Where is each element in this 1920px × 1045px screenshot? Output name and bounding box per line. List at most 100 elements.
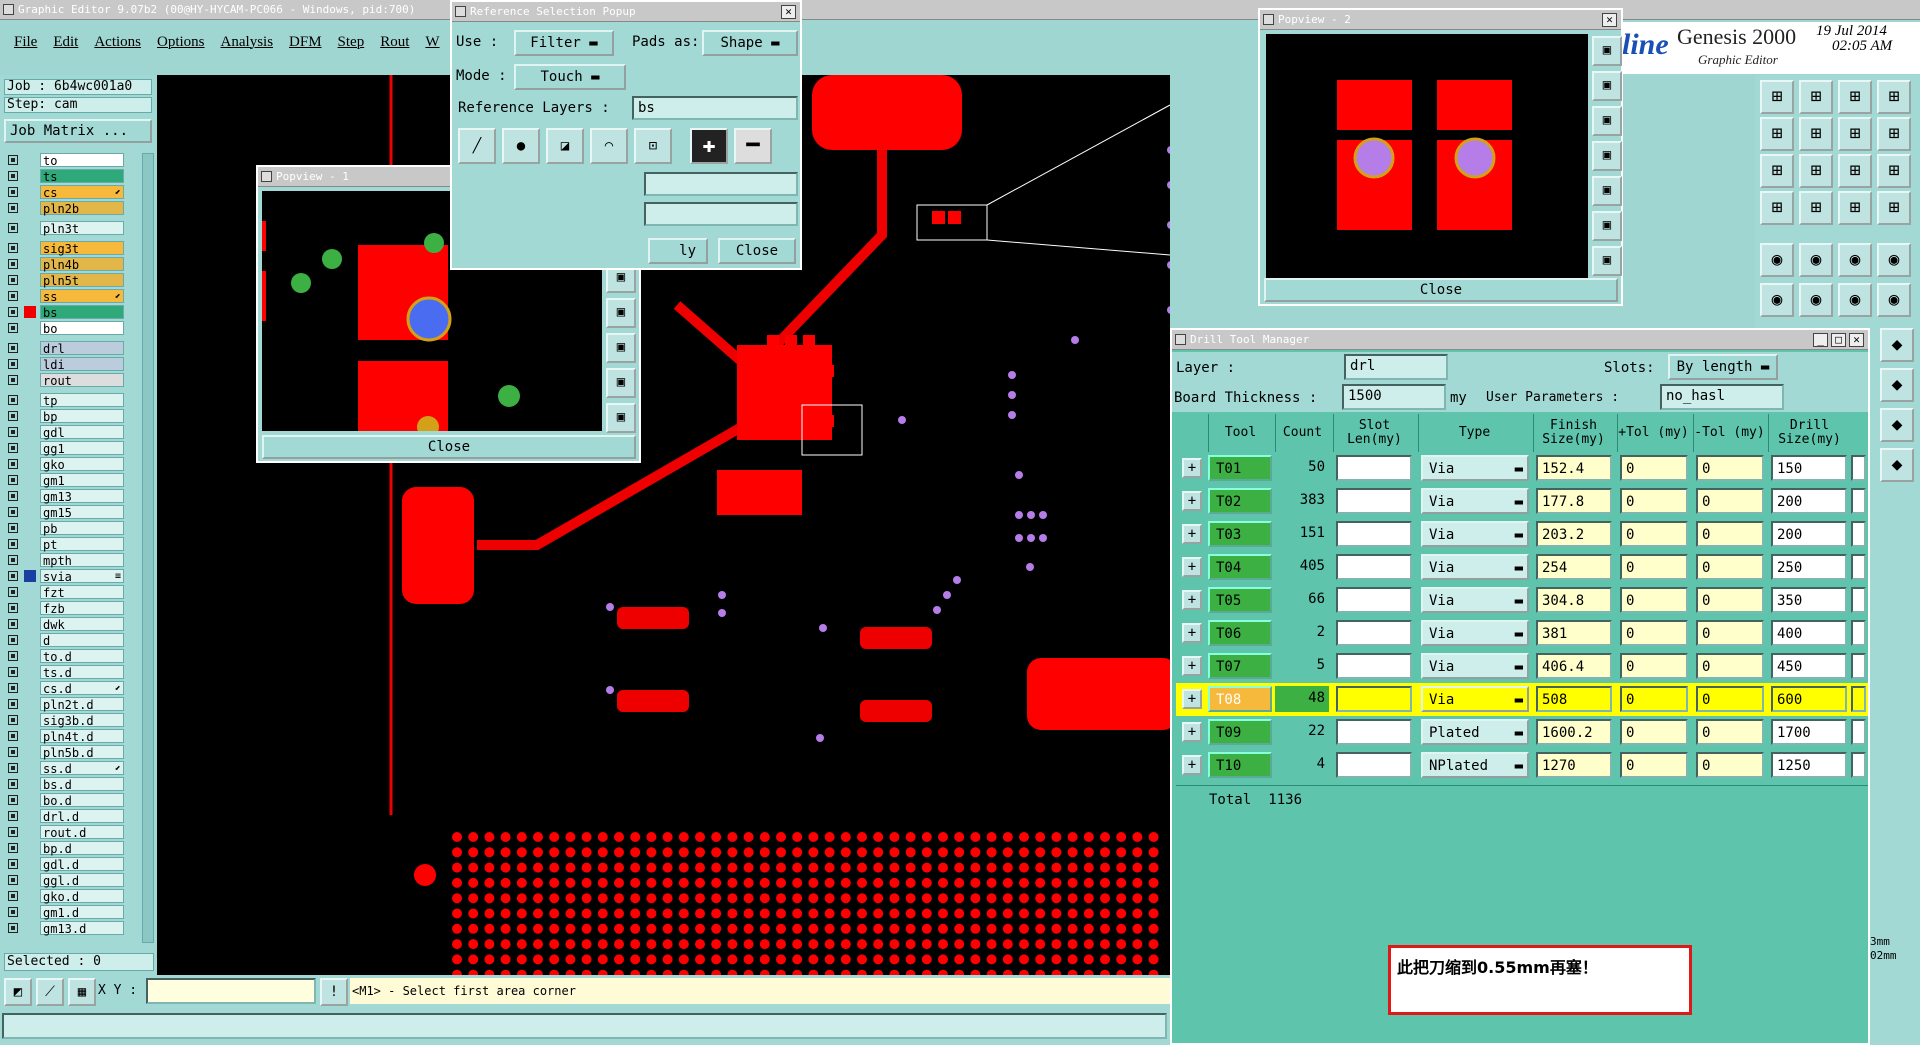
slots-dropdown[interactable]: By length ▬ [1668, 354, 1778, 380]
slot-length-input[interactable] [1336, 653, 1412, 679]
layer-affected-marker[interactable] [24, 306, 36, 318]
drill-size-input[interactable]: 200 [1771, 521, 1847, 547]
drill-size-input[interactable]: 600 [1771, 686, 1847, 712]
plus-tol-input[interactable]: 0 [1620, 521, 1688, 547]
layer-affected-marker[interactable] [24, 570, 36, 582]
drill-row[interactable]: + T10 4 NPlated ▬ 1270 0 0 1250 [1176, 749, 1868, 782]
graph-icon[interactable]: ◉ [1760, 283, 1794, 317]
graph2-icon[interactable]: ◉ [1877, 283, 1911, 317]
layer-affected-marker[interactable] [24, 890, 36, 902]
slot-length-input[interactable] [1336, 521, 1412, 547]
layer-row[interactable]: cs.d ⬋ [8, 681, 126, 696]
layer-row[interactable]: gm1.d [8, 905, 126, 920]
layer-checkbox[interactable] [8, 323, 18, 333]
layer-checkbox[interactable] [8, 359, 18, 369]
type-dropdown[interactable]: Via ▬ [1421, 587, 1529, 613]
extra-column-input[interactable] [1851, 686, 1866, 712]
expand-icon[interactable]: + [1182, 689, 1202, 709]
layer-affected-marker[interactable] [24, 538, 36, 550]
measure-tool-icon[interactable]: ⟋ [36, 978, 64, 1006]
extra-column-input[interactable] [1851, 620, 1866, 646]
popview-1-close-button[interactable]: Close [262, 435, 636, 459]
layer-row[interactable]: ts.d [8, 665, 126, 680]
type-dropdown[interactable]: Via ▬ [1421, 488, 1529, 514]
pads-as-dropdown[interactable]: Shape ▬ [702, 30, 798, 56]
drill-manager-close-icon[interactable]: ✕ [1849, 333, 1864, 347]
layer-checkbox[interactable] [8, 795, 18, 805]
layer-affected-marker[interactable] [24, 342, 36, 354]
minus-tol-input[interactable]: 0 [1696, 521, 1764, 547]
circle-icon[interactable]: ◉ [1877, 243, 1911, 277]
layer-affected-marker[interactable] [24, 586, 36, 598]
layer-row[interactable]: pln4b [8, 257, 126, 272]
plus-tol-input[interactable]: 0 [1620, 488, 1688, 514]
layer-row[interactable]: ss.d ⬋ [8, 761, 126, 776]
drill-layer-input[interactable]: drl [1344, 354, 1448, 380]
layer-row[interactable]: gko [8, 457, 126, 472]
drill-size-input[interactable]: 200 [1771, 488, 1847, 514]
layer-affected-marker[interactable] [24, 618, 36, 630]
menu-item-4[interactable]: Analysis [221, 34, 274, 50]
popview-2-canvas[interactable] [1266, 34, 1588, 284]
layer-affected-marker[interactable] [24, 506, 36, 518]
popview1-center-icon[interactable]: ▣ [606, 368, 636, 398]
scale-icon[interactable]: ⊞ [1838, 154, 1872, 188]
layer-checkbox[interactable] [8, 307, 18, 317]
minus-tol-input[interactable]: 0 [1696, 554, 1764, 580]
layer-affected-marker[interactable] [24, 242, 36, 254]
drill-size-input[interactable]: 1700 [1771, 719, 1847, 745]
expand-icon[interactable]: + [1182, 458, 1202, 478]
layer-checkbox[interactable] [8, 539, 18, 549]
layer-row[interactable]: fzb [8, 601, 126, 616]
layer-checkbox[interactable] [8, 395, 18, 405]
plus-tol-input[interactable]: 0 [1620, 554, 1688, 580]
layer-row[interactable]: bo.d [8, 793, 126, 808]
layer-checkbox[interactable] [8, 523, 18, 533]
home-icon[interactable]: ⊞ [1838, 80, 1872, 114]
plus-tol-input[interactable]: 0 [1620, 719, 1688, 745]
slot-length-input[interactable] [1336, 620, 1412, 646]
layer-affected-marker[interactable] [24, 258, 36, 270]
menu-item-3[interactable]: Options [157, 34, 205, 50]
layer-affected-marker[interactable] [24, 666, 36, 678]
layer-checkbox[interactable] [8, 571, 18, 581]
layer-checkbox[interactable] [8, 603, 18, 613]
drill-size-input[interactable]: 1250 [1771, 752, 1847, 778]
minus-tol-input[interactable]: 0 [1696, 653, 1764, 679]
export-icon[interactable]: ⊞ [1877, 80, 1911, 114]
expand-icon[interactable]: + [1182, 590, 1202, 610]
layer-affected-marker[interactable] [24, 842, 36, 854]
layer-affected-marker[interactable] [24, 826, 36, 838]
left-icon[interactable]: ⊞ [1760, 117, 1794, 151]
ref-popup-field-1[interactable] [644, 172, 798, 196]
layer-checkbox[interactable] [8, 507, 18, 517]
popview-2-close-button[interactable]: Close [1264, 278, 1618, 302]
layer-affected-marker[interactable] [24, 426, 36, 438]
menu-item-6[interactable]: Step [338, 34, 365, 50]
type-dropdown[interactable]: Via ▬ [1421, 686, 1529, 712]
positive-polarity-icon[interactable]: ✚ [690, 128, 728, 164]
layer-checkbox[interactable] [8, 459, 18, 469]
layer-checkbox[interactable] [8, 243, 18, 253]
layer-checkbox[interactable] [8, 715, 18, 725]
zoom-area-tool-icon[interactable]: ◩ [4, 978, 32, 1006]
layer-checkbox[interactable] [8, 187, 18, 197]
layer-row[interactable]: cs ⬋ [8, 185, 126, 200]
layer-affected-marker[interactable] [24, 650, 36, 662]
slot-length-input[interactable] [1336, 455, 1412, 481]
connect-icon[interactable]: ⊞ [1799, 191, 1833, 225]
minus-tol-input[interactable]: 0 [1696, 587, 1764, 613]
layer-affected-marker[interactable] [24, 602, 36, 614]
mirror-icon[interactable]: ⊞ [1838, 117, 1872, 151]
layer-row[interactable]: sig3t [8, 241, 126, 256]
layer-affected-marker[interactable] [24, 358, 36, 370]
drill-row[interactable]: + T07 5 Via ▬ 406.4 0 0 450 [1176, 650, 1868, 683]
layer-checkbox[interactable] [8, 731, 18, 741]
layer-row[interactable]: rout [8, 373, 126, 388]
finish-size-input[interactable]: 177.8 [1536, 488, 1612, 514]
layer-row[interactable]: bp.d [8, 841, 126, 856]
route-icon[interactable]: ⊞ [1877, 117, 1911, 151]
cut-icon[interactable]: ◉ [1760, 243, 1794, 277]
layer-affected-marker[interactable] [24, 290, 36, 302]
finish-size-input[interactable]: 508 [1536, 686, 1612, 712]
